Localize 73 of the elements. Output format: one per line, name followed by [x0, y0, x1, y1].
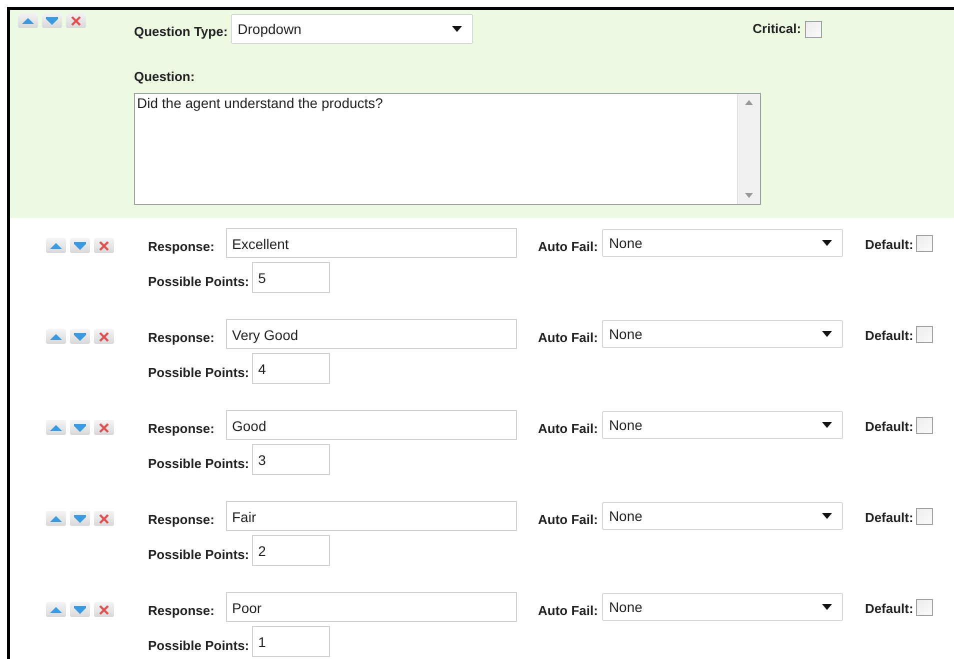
- move-up-icon[interactable]: [46, 602, 66, 617]
- response-input[interactable]: Very Good: [226, 319, 517, 349]
- question-textarea[interactable]: Did the agent understand the products?: [134, 92, 761, 204]
- possible-points-label: Possible Points:: [148, 364, 250, 382]
- possible-points-label: Possible Points:: [148, 546, 250, 564]
- possible-points-label: Possible Points:: [148, 272, 250, 291]
- auto-fail-dropdown[interactable]: None: [602, 229, 843, 257]
- move-up-icon[interactable]: [18, 13, 38, 28]
- auto-fail-label: Auto Fail:: [538, 238, 598, 256]
- response-label: Response:: [148, 420, 216, 438]
- move-down-icon[interactable]: [70, 238, 90, 253]
- points-input[interactable]: 3: [252, 444, 330, 475]
- default-checkbox[interactable]: [916, 326, 934, 342]
- dropdown-caret-icon: [822, 513, 832, 519]
- move-up-icon[interactable]: [46, 420, 66, 435]
- critical-label: Critical:: [752, 20, 802, 38]
- default-label: Default:: [864, 327, 914, 346]
- response-label: Response:: [148, 238, 216, 256]
- default-label: Default:: [864, 600, 914, 618]
- response-label: Response:: [148, 602, 216, 620]
- auto-fail-dropdown[interactable]: None: [602, 593, 843, 621]
- points-input[interactable]: 2: [252, 535, 330, 566]
- delete-icon[interactable]: [94, 238, 114, 253]
- dropdown-caret-icon: [822, 240, 832, 246]
- move-up-icon[interactable]: [46, 329, 66, 344]
- response-input[interactable]: Fair: [226, 501, 517, 531]
- response-input[interactable]: Excellent: [226, 228, 517, 258]
- delete-icon[interactable]: [94, 511, 114, 526]
- possible-points-label: Possible Points:: [148, 636, 250, 655]
- critical-checkbox[interactable]: [805, 20, 822, 38]
- response-input[interactable]: Good: [226, 410, 517, 440]
- auto-fail-dropdown[interactable]: None: [602, 411, 843, 439]
- points-input[interactable]: 4: [252, 353, 330, 384]
- move-down-icon[interactable]: [70, 420, 90, 435]
- auto-fail-label: Auto Fail:: [538, 602, 598, 620]
- default-checkbox[interactable]: [916, 598, 934, 616]
- dropdown-caret-icon: [822, 604, 832, 610]
- move-down-icon[interactable]: [70, 329, 90, 344]
- scroll-up-icon[interactable]: [745, 100, 753, 104]
- move-down-icon[interactable]: [70, 511, 90, 526]
- default-label: Default:: [864, 236, 914, 254]
- delete-icon[interactable]: [94, 602, 114, 617]
- auto-fail-label: Auto Fail:: [538, 511, 598, 530]
- points-input[interactable]: 1: [252, 626, 330, 657]
- auto-fail-label: Auto Fail:: [538, 420, 598, 438]
- question-type-dropdown[interactable]: Dropdown: [230, 14, 473, 44]
- delete-icon[interactable]: [94, 329, 114, 344]
- delete-icon[interactable]: [66, 13, 86, 28]
- dropdown-caret-icon: [822, 422, 832, 428]
- possible-points-label: Possible Points:: [148, 454, 250, 473]
- response-input[interactable]: Poor: [226, 592, 517, 622]
- move-down-icon[interactable]: [42, 13, 62, 28]
- question-label: Question:: [134, 68, 196, 86]
- dropdown-caret-icon: [822, 331, 832, 337]
- auto-fail-dropdown[interactable]: None: [602, 320, 843, 348]
- default-checkbox[interactable]: [916, 508, 934, 524]
- scroll-down-icon[interactable]: [745, 192, 753, 198]
- question-type-label: Question Type:: [134, 23, 228, 42]
- response-label: Response:: [148, 329, 216, 348]
- default-checkbox[interactable]: [916, 416, 934, 434]
- move-down-icon[interactable]: [70, 602, 90, 617]
- move-up-icon[interactable]: [46, 238, 66, 253]
- dropdown-caret-icon: [452, 26, 462, 32]
- delete-icon[interactable]: [94, 420, 114, 435]
- default-label: Default:: [864, 418, 914, 436]
- response-label: Response:: [148, 511, 216, 530]
- scrollbar[interactable]: [737, 94, 760, 204]
- points-input[interactable]: 5: [252, 262, 330, 293]
- auto-fail-dropdown[interactable]: None: [602, 502, 843, 530]
- move-up-icon[interactable]: [46, 511, 66, 526]
- auto-fail-label: Auto Fail:: [538, 329, 598, 348]
- default-checkbox[interactable]: [916, 234, 934, 252]
- default-label: Default:: [864, 509, 914, 528]
